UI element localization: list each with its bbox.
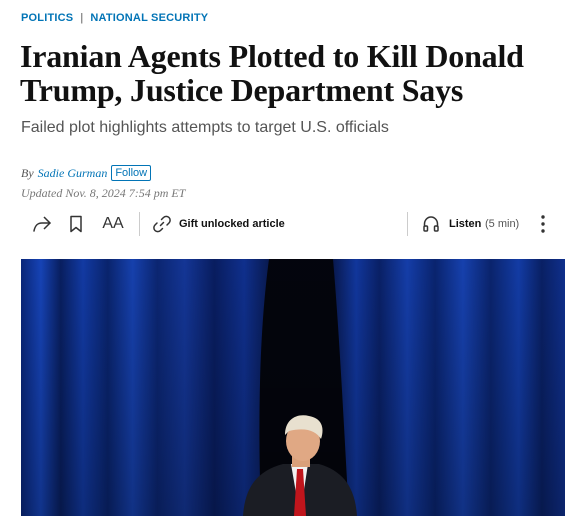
link-icon[interactable] <box>152 214 172 234</box>
toolbar-divider-right <box>407 212 408 236</box>
text-size-icon[interactable]: AA <box>101 214 125 234</box>
toolbar-divider <box>139 212 140 236</box>
article-headline: Iranian Agents Plotted to Kill Donald Tr… <box>20 38 524 108</box>
article-dek: Failed plot highlights attempts to targe… <box>21 119 389 136</box>
article-toolbar: AA Gift unlocked article Listen (5 min) <box>21 208 564 240</box>
byline-prefix: By <box>21 165 34 180</box>
text-size-label: AA <box>102 215 124 232</box>
breadcrumb-national-security[interactable]: NATIONAL SECURITY <box>90 12 208 24</box>
listen-button[interactable]: Listen <box>449 218 481 230</box>
updated-timestamp: Updated Nov. 8, 2024 7:54 pm ET <box>21 186 186 200</box>
gift-article-button[interactable]: Gift unlocked article <box>179 218 285 230</box>
breadcrumb-separator: | <box>80 12 84 24</box>
bookmark-icon[interactable] <box>66 214 86 234</box>
breadcrumb: POLITICS | NATIONAL SECURITY <box>21 12 208 24</box>
more-options-icon[interactable] <box>533 214 553 234</box>
article-hero-image[interactable] <box>21 259 565 516</box>
author-link[interactable]: Sadie Gurman <box>38 166 108 181</box>
follow-button[interactable]: Follow <box>111 165 152 181</box>
headphones-icon[interactable] <box>421 214 441 234</box>
hero-photo-illustration <box>21 259 565 516</box>
listen-duration: (5 min) <box>485 218 520 230</box>
breadcrumb-politics[interactable]: POLITICS <box>21 12 73 24</box>
byline: By Sadie Gurman Follow <box>21 165 152 181</box>
share-icon[interactable] <box>32 214 52 234</box>
